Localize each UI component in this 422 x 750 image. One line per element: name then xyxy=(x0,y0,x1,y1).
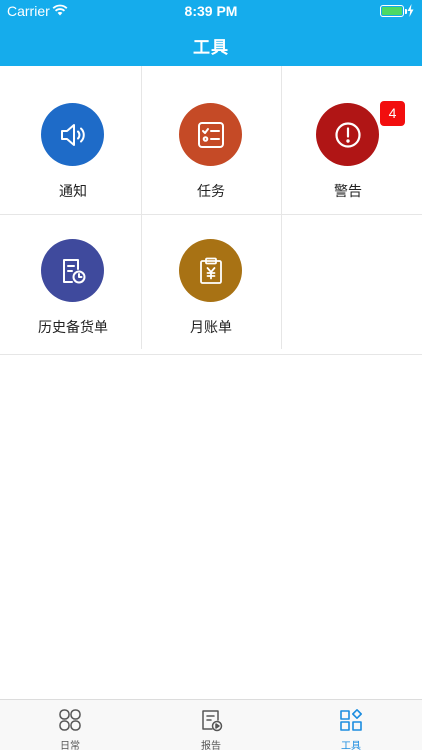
tab-tools[interactable]: 工具 xyxy=(281,700,421,750)
alert-count-badge: 4 xyxy=(380,101,405,126)
tile-label: 警告 xyxy=(334,184,362,200)
tools-icon xyxy=(340,709,362,731)
tab-bar: 日常 报告 工具 xyxy=(0,699,422,750)
charging-icon xyxy=(407,4,414,17)
tab-label: 工具 xyxy=(341,741,361,750)
tools-grid: 通知 任务 警告 历史备货单 月账单 xyxy=(0,66,422,355)
page-title: 工具 xyxy=(193,38,229,58)
tile-history-orders[interactable]: 历史备货单 xyxy=(3,202,143,344)
tile-label: 通知 xyxy=(59,184,87,200)
tile-tasks[interactable]: 任务 xyxy=(141,66,281,208)
status-time: 8:39 PM xyxy=(184,3,238,19)
report-icon xyxy=(202,710,223,732)
tab-daily[interactable]: 日常 xyxy=(0,700,140,750)
tile-alerts[interactable]: 警告 xyxy=(278,66,418,208)
daily-grid-icon xyxy=(59,709,81,731)
tile-label: 任务 xyxy=(197,184,225,200)
speaker-icon xyxy=(41,103,104,166)
monthly-bill-icon xyxy=(179,239,242,302)
tile-label: 月账单 xyxy=(190,320,232,336)
tile-label: 历史备货单 xyxy=(38,320,108,336)
battery-icon xyxy=(380,5,407,17)
checklist-icon xyxy=(179,103,242,166)
status-bar: Carrier 8:39 PM xyxy=(0,0,422,22)
history-document-icon xyxy=(41,239,104,302)
tile-notifications[interactable]: 通知 xyxy=(3,66,143,208)
tile-monthly-bill[interactable]: 月账单 xyxy=(141,202,281,344)
tab-label: 报告 xyxy=(201,741,221,750)
tab-report[interactable]: 报告 xyxy=(141,700,281,750)
alert-icon xyxy=(316,103,379,166)
tab-label: 日常 xyxy=(60,741,80,750)
navigation-header: Carrier 8:39 PM 工具 xyxy=(0,0,422,66)
